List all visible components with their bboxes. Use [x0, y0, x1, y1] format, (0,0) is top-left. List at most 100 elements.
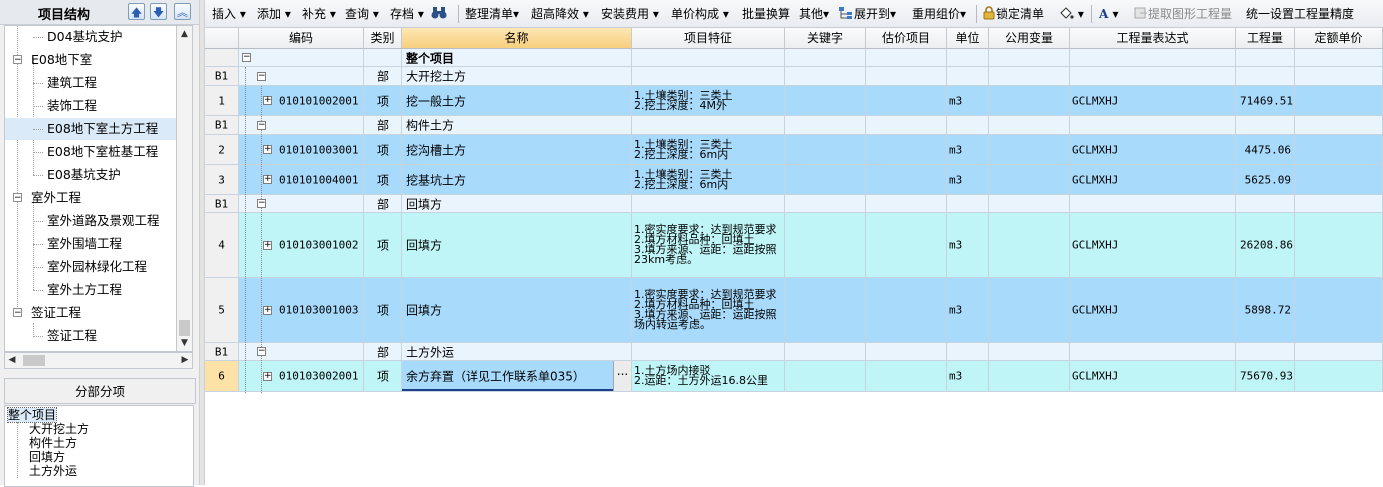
expand-icon[interactable]: +	[263, 96, 272, 105]
tree-item[interactable]: 装饰工程	[33, 95, 97, 117]
lock-icon	[983, 6, 995, 20]
header-estimate[interactable]: 估价项目	[866, 28, 947, 49]
collapse-icon[interactable]: −	[13, 55, 22, 65]
tree-item[interactable]: 室外道路及景观工程	[33, 210, 160, 232]
header-name[interactable]: 名称	[402, 28, 632, 49]
scroll-up-icon[interactable]: ▲	[177, 26, 192, 42]
header-type[interactable]: 类别	[364, 28, 402, 49]
header-feature[interactable]: 项目特征	[632, 28, 785, 49]
move-down-icon[interactable]: 🡇	[150, 3, 167, 20]
query-button[interactable]: 查询 ▾	[345, 6, 379, 22]
scroll-left-icon[interactable]: ◀	[5, 353, 19, 369]
unify-precision-button[interactable]: 统一设置工程量精度	[1246, 6, 1354, 22]
move-up-icon[interactable]: 🡅	[128, 3, 145, 20]
font-color-button[interactable]: A ▾	[1099, 6, 1119, 22]
collapse-icon[interactable]: −	[257, 199, 266, 208]
tree-item[interactable]: − 室外工程	[5, 187, 81, 209]
expand-icon[interactable]: +	[263, 241, 272, 250]
header-rownum	[205, 28, 239, 49]
extract-quantity-button[interactable]: 提取图形工程量	[1134, 6, 1232, 22]
expand-icon[interactable]: +	[263, 175, 272, 184]
archive-button[interactable]: 存档 ▾	[390, 6, 424, 22]
tree-item[interactable]: 室外土方工程	[33, 279, 122, 301]
grid-tree-line	[245, 67, 246, 393]
tree-item[interactable]: 室外园林绿化工程	[33, 256, 147, 278]
header-public-var[interactable]: 公用变量	[989, 28, 1070, 49]
collapse-panel-icon[interactable]: ︽	[174, 3, 191, 20]
lock-list-button[interactable]: 锁定清单	[982, 6, 1044, 22]
section-item[interactable]: 土方外运	[29, 464, 77, 478]
header-keyword[interactable]: 关键字	[785, 28, 866, 49]
tree-item[interactable]: E08基坑支护	[33, 164, 121, 186]
collapse-icon[interactable]: −	[257, 72, 266, 81]
batch-conversion-button[interactable]: 批量换算	[742, 6, 790, 22]
expand-icon[interactable]: +	[263, 306, 272, 315]
table-row-item[interactable]: 1 +010101002001 项 挖一般土方 1.土壤类别：三类土 2.挖土深…	[205, 86, 1383, 116]
table-row-total[interactable]: − 整个项目	[205, 49, 1383, 67]
table-row-item[interactable]: 5 +010103001003 项 回填方 1.密实度要求：达到规范要求 2.填…	[205, 278, 1383, 343]
collapse-icon[interactable]: −	[13, 193, 22, 203]
paint-bucket-icon	[1060, 7, 1074, 19]
collapse-icon[interactable]: −	[13, 308, 22, 318]
expand-icon[interactable]: +	[263, 372, 272, 381]
collapse-icon[interactable]: −	[257, 347, 266, 356]
section-item[interactable]: 回填方	[29, 450, 65, 464]
scroll-down-icon[interactable]: ▼	[177, 335, 192, 351]
header-unit[interactable]: 单位	[947, 28, 989, 49]
collapse-icon[interactable]: −	[257, 121, 266, 130]
tree-vertical-scrollbar[interactable]: ▲ ▼	[176, 25, 193, 352]
tree-horizontal-scrollbar[interactable]: ◀ ▶	[4, 352, 193, 369]
table-row-part[interactable]: B1 − 部 回填方	[205, 195, 1383, 213]
table-row-item[interactable]: 2 +010101003001 项 挖沟槽土方 1.土壤类别：三类土 2.挖土深…	[205, 135, 1383, 165]
table-row-item-selected[interactable]: 6 +010103002001 项 余方弃置（详见工作联系单035） ... 1…	[205, 361, 1383, 392]
section-title: 分部分项	[4, 378, 196, 404]
table-row-item[interactable]: 3 +010101004001 项 挖基坑土方 1.土壤类别：三类土 2.挖土深…	[205, 165, 1383, 195]
expand-icon[interactable]: +	[263, 145, 272, 154]
tree-item[interactable]: E08地下室桩基工程	[33, 141, 158, 163]
name-edit-value[interactable]: 余方弃置（详见工作联系单035）	[406, 368, 628, 385]
header-unit-price[interactable]: 定额单价	[1295, 28, 1383, 49]
add-button[interactable]: 添加 ▾	[257, 6, 291, 22]
tree-item[interactable]: D04基坑支护	[33, 26, 123, 48]
insert-button[interactable]: 插入 ▾	[212, 6, 246, 22]
tree-item[interactable]: 签证工程	[33, 325, 97, 347]
scroll-right-icon[interactable]: ▶	[178, 353, 192, 369]
section-item[interactable]: 大开挖土方	[29, 422, 89, 436]
tree-item-selected[interactable]: E08地下室土方工程	[5, 118, 177, 140]
table-row-item[interactable]: 4 +010103001002 项 回填方 1.密实度要求：达到规范要求 2.填…	[205, 213, 1383, 278]
unit-price-composition-button[interactable]: 单价构成 ▾	[671, 6, 729, 22]
tree-item[interactable]: − E08地下室	[5, 49, 92, 71]
header-expr[interactable]: 工程量表达式	[1070, 28, 1236, 49]
organize-list-button[interactable]: 整理清单▾	[465, 6, 519, 22]
section-item[interactable]: 整个项目	[6, 407, 58, 423]
header-qty[interactable]: 工程量	[1236, 28, 1295, 49]
scrollbar-thumb[interactable]	[179, 320, 190, 336]
expand-to-button[interactable]: 展开到▾	[838, 6, 896, 22]
tree-item[interactable]: 建筑工程	[33, 72, 97, 94]
reuse-pricing-button[interactable]: 重用组价▾	[912, 6, 966, 22]
ellipsis-button[interactable]: ...	[613, 361, 631, 391]
other-button[interactable]: 其他▾	[799, 6, 829, 22]
tree-item[interactable]: 室外围墙工程	[33, 233, 122, 255]
table-row-part[interactable]: B1 − 部 构件土方	[205, 116, 1383, 135]
install-fee-button[interactable]: 安装费用 ▾	[601, 6, 659, 22]
table-row-part[interactable]: B1 − 部 大开挖土方	[205, 67, 1383, 86]
section-item[interactable]: 构件土方	[29, 436, 77, 450]
project-tree: D04基坑支护 − E08地下室 建筑工程 装饰工程 E08地下室土方工程 E0…	[4, 25, 178, 352]
tree-item[interactable]: − 签证工程	[5, 302, 81, 324]
toolbar: 插入 ▾ 添加 ▾ 补充 ▾ 查询 ▾ 存档 ▾ 整理清单▾ 超高降效 ▾ 安装…	[205, 0, 1383, 28]
super-high-reduction-button[interactable]: 超高降效 ▾	[531, 6, 589, 22]
project-structure-title: 项目结构	[37, 8, 90, 23]
total-name: 整个项目	[406, 51, 455, 65]
bill-grid: 编码 类别 名称 项目特征 关键字 估价项目 单位 公用变量 工程量表达式 工程…	[205, 28, 1383, 485]
table-row-part[interactable]: B1 − 部 土方外运	[205, 343, 1383, 361]
extract-icon	[1134, 7, 1147, 19]
section-list: 整个项目 大开挖土方 构件土方 回填方 土方外运	[4, 405, 194, 487]
header-code[interactable]: 编码	[239, 28, 364, 49]
scrollbar-thumb[interactable]	[23, 355, 45, 366]
supplement-button[interactable]: 补充 ▾	[302, 6, 336, 22]
collapse-icon[interactable]: −	[242, 53, 251, 62]
fill-color-button[interactable]: ▾	[1058, 6, 1084, 22]
binoculars-icon[interactable]	[431, 6, 447, 22]
name-editor[interactable]: 余方弃置（详见工作联系单035） ...	[402, 361, 632, 392]
